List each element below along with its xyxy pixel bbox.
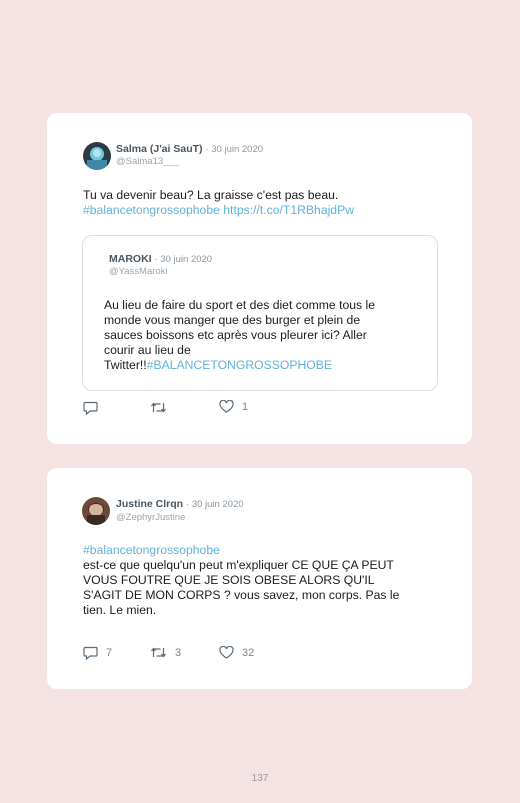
quoted-text-line: Au lieu de faire du sport et des diet co…: [104, 298, 375, 312]
tweet-text: Tu va devenir beau? La graisse c'est pas…: [83, 188, 443, 218]
hashtag-link[interactable]: #BALANCETONGROSSOPHOBE: [147, 358, 332, 372]
author-handle[interactable]: @Salma13___: [116, 156, 179, 167]
avatar[interactable]: [83, 142, 111, 170]
retweet-button[interactable]: 3: [150, 646, 181, 659]
like-icon: [219, 400, 234, 413]
tweet-date[interactable]: · 30 juin 2020: [205, 144, 263, 155]
like-button[interactable]: 1: [219, 400, 248, 413]
quoted-author-handle[interactable]: @YassMaroki: [109, 266, 168, 277]
like-icon: [219, 646, 234, 659]
quoted-text-line: sauces boissons etc après vous pleurer i…: [104, 328, 367, 342]
like-count: 1: [242, 400, 249, 413]
quoted-text-line: courir au lieu de: [104, 343, 191, 357]
author-name[interactable]: Salma (J'ai SauT): [116, 143, 203, 155]
retweet-count: 3: [175, 646, 182, 659]
retweet-icon: [151, 647, 166, 658]
tweet-card-2: Justine Clrqn · 30 juin 2020 @ZephyrJust…: [47, 468, 472, 689]
reply-icon: [83, 401, 98, 415]
tweet-text-line: VOUS FOUTRE QUE JE SOIS OBESE ALORS QU'I…: [83, 573, 375, 587]
retweet-icon: [151, 402, 166, 413]
page-number: 137: [251, 773, 269, 784]
quoted-author-name[interactable]: MAROKI: [109, 253, 152, 265]
reply-count: 7: [106, 647, 113, 659]
quoted-tweet-date[interactable]: · 30 juin 2020: [155, 254, 213, 265]
tweet-text: #balancetongrossophobe est-ce que quelqu…: [83, 543, 443, 618]
reply-button[interactable]: [83, 401, 106, 415]
url-link[interactable]: https://t.co/T1RBhajdPw: [223, 203, 354, 217]
quoted-tweet[interactable]: MAROKI · 30 juin 2020 @YassMaroki Au lie…: [82, 235, 438, 391]
tweet-text-line: est-ce que quelqu'un peut m'expliquer CE…: [83, 558, 394, 572]
author-handle[interactable]: @ZephyrJustine: [116, 512, 185, 523]
like-button[interactable]: 32: [219, 646, 254, 659]
tweet-text-line: S'AGIT DE MON CORPS ? vous savez, mon co…: [83, 588, 400, 602]
like-count: 32: [242, 646, 255, 659]
reply-icon: [83, 646, 98, 660]
tweet-text-line: Tu va devenir beau? La graisse c'est pas…: [83, 188, 339, 202]
quoted-tweet-text: Au lieu de faire du sport et des diet co…: [104, 298, 424, 373]
tweet-date[interactable]: · 30 juin 2020: [186, 499, 244, 510]
author-name[interactable]: Justine Clrqn: [116, 498, 183, 510]
reply-button[interactable]: 7: [83, 646, 112, 660]
retweet-button[interactable]: [150, 401, 175, 414]
quoted-text-line: monde vous manger que des burger et plei…: [104, 313, 361, 327]
hashtag-link[interactable]: #balancetongrossophobe: [83, 203, 220, 217]
tweet-text-line: tien. Le mien.: [83, 603, 157, 617]
tweet-card-1: Salma (J'ai SauT) · 30 juin 2020 @Salma1…: [47, 113, 472, 444]
hashtag-link[interactable]: #balancetongrossophobe: [83, 543, 443, 558]
quoted-text-line: Twitter!!: [104, 358, 147, 372]
avatar[interactable]: [82, 497, 110, 525]
